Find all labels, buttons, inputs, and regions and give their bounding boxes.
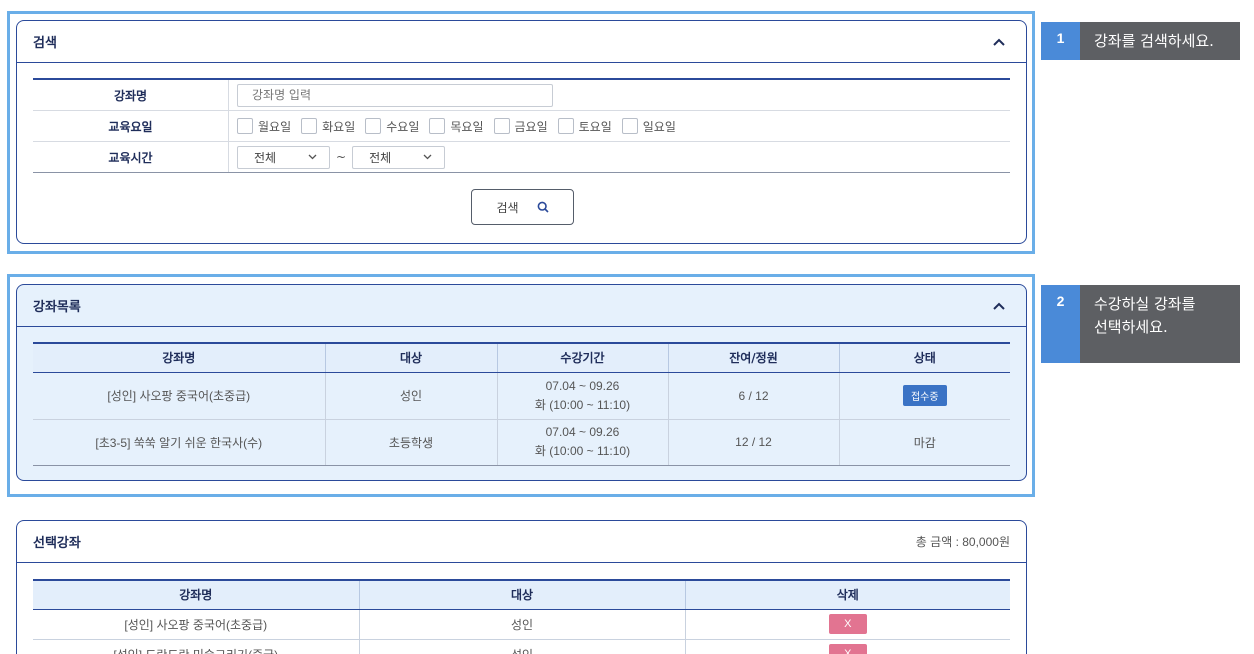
- course-list-table: 강좌명 대상 수강기간 잔여/정원 상태 [성인] 사오팡 중국어(초중급) 성…: [33, 342, 1010, 466]
- form-row-course-name: 강좌명: [33, 80, 1010, 111]
- search-button[interactable]: 검색: [471, 189, 574, 225]
- checkbox[interactable]: [301, 118, 318, 134]
- day-checkbox-option[interactable]: 월요일: [237, 118, 291, 135]
- table-row[interactable]: [성인] 사오팡 중국어(초중급) 성인 07.04 ~ 09.26 화 (10…: [33, 372, 1010, 420]
- total-amount: 총 금액 : 80,000원: [915, 535, 1010, 549]
- selected-courses-table: 강좌명 대상 삭제 [성인] 사오팡 중국어(초중급) 성인 X [성인] 도란…: [33, 579, 1010, 654]
- column-header: 수강기간: [497, 342, 669, 373]
- course-name-input[interactable]: [237, 83, 553, 107]
- checkbox[interactable]: [621, 118, 638, 134]
- day-label: 월요일: [258, 119, 292, 134]
- day-checkbox-option[interactable]: 목요일: [429, 118, 484, 135]
- period-time: 화 (10:00 ~ 11:10): [534, 397, 631, 412]
- course-list-panel-title: 강좌목록: [33, 300, 81, 315]
- column-header: 대상: [325, 342, 498, 373]
- status-cell: 접수중: [839, 372, 1010, 420]
- course-name-cell: [성인] 사오팡 중국어(초중급): [33, 609, 360, 640]
- period-cell: 07.04 ~ 09.26 화 (10:00 ~ 11:10): [497, 372, 669, 420]
- target-cell: 성인: [359, 639, 686, 654]
- time-to-select[interactable]: 전체: [352, 145, 446, 169]
- days-checkbox-group: 월요일 화요일 수요일 목요일 금요일 토요일 일요일: [229, 118, 1010, 135]
- day-checkbox-option[interactable]: 수요일: [365, 118, 419, 135]
- day-label: 토요일: [578, 119, 612, 134]
- search-panel-title: 검색: [33, 36, 57, 51]
- form-row-time: 교육시간 전체 ~ 전체: [33, 142, 1010, 173]
- checkbox[interactable]: [237, 118, 253, 134]
- checkbox[interactable]: [429, 118, 446, 134]
- collapse-chevron-up-icon[interactable]: [988, 295, 1010, 317]
- step-text: 강좌를 검색하세요.: [1094, 32, 1214, 50]
- target-cell: 성인: [359, 609, 686, 640]
- table-row: [성인] 도란도란 미술그리기(중급) 성인 X: [33, 639, 1010, 654]
- course-list-panel: 강좌목록 강좌명 대상 수강기간 잔여/정원 상태 [성인] 사오팡 중국어(초…: [16, 284, 1027, 481]
- step-number: 1: [1041, 22, 1080, 60]
- target-cell: 초등학생: [325, 419, 498, 466]
- day-label: 수요일: [386, 119, 420, 134]
- day-checkbox-option[interactable]: 일요일: [621, 118, 676, 135]
- chevron-down-icon: [423, 154, 432, 160]
- seats-cell: 6 / 12: [668, 372, 840, 420]
- delete-button[interactable]: X: [828, 614, 867, 634]
- status-cell: 마감: [839, 419, 1010, 466]
- search-panel-header[interactable]: 검색: [17, 21, 1026, 63]
- delete-cell: X: [685, 639, 1010, 654]
- search-button-label: 검색: [496, 200, 519, 215]
- period-cell: 07.04 ~ 09.26 화 (10:00 ~ 11:10): [497, 419, 669, 466]
- step-text: 수강하실 강좌를 선택하세요.: [1094, 295, 1196, 336]
- day-checkbox-option[interactable]: 화요일: [301, 118, 355, 135]
- checkbox[interactable]: [557, 118, 574, 134]
- form-row-days: 교육요일 월요일 화요일 수요일 목요일 금요일 토요일 일요일: [33, 111, 1010, 142]
- day-label: 화요일: [322, 119, 356, 134]
- course-list-panel-header[interactable]: 강좌목록: [17, 285, 1026, 327]
- chevron-down-icon: [308, 154, 317, 160]
- seats-cell: 12 / 12: [668, 419, 840, 466]
- column-header: 강좌명: [33, 342, 326, 373]
- column-header: 강좌명: [33, 579, 360, 610]
- course-name-cell: [성인] 도란도란 미술그리기(중급): [33, 639, 360, 654]
- collapse-chevron-up-icon[interactable]: [988, 31, 1010, 53]
- column-header: 잔여/정원: [668, 342, 840, 373]
- period-dates: 07.04 ~ 09.26: [545, 378, 620, 393]
- day-checkbox-option[interactable]: 금요일: [493, 118, 548, 135]
- time-from-value: 전체: [254, 150, 277, 165]
- step-guide-2: 2 수강하실 강좌를 선택하세요.: [1041, 285, 1240, 363]
- search-form: 강좌명 교육요일 월요일 화요일 수요일 목요일 금요일 토요일 일요일 교육시간 전체 ~…: [33, 78, 1010, 173]
- target-cell: 성인: [325, 372, 498, 420]
- step-guide-1: 1 강좌를 검색하세요.: [1041, 22, 1240, 60]
- search-panel: 검색 강좌명 교육요일 월요일 화요일 수요일 목요일 금요일 토요일 일요일 교육시간 전…: [16, 20, 1027, 244]
- day-checkbox-option[interactable]: 토요일: [557, 118, 612, 135]
- time-from-select[interactable]: 전체: [237, 145, 330, 169]
- step-number: 2: [1041, 285, 1080, 363]
- course-name-label: 강좌명: [33, 80, 229, 110]
- column-header: 삭제: [685, 579, 1010, 610]
- time-label: 교육시간: [33, 142, 229, 172]
- course-name-cell: [성인] 사오팡 중국어(초중급): [33, 372, 326, 420]
- selected-courses-panel: 선택강좌 총 금액 : 80,000원 강좌명 대상 삭제 [성인] 사오팡 중…: [16, 520, 1027, 654]
- delete-button[interactable]: X: [828, 644, 867, 654]
- table-row: [성인] 사오팡 중국어(초중급) 성인 X: [33, 609, 1010, 640]
- column-header: 상태: [839, 342, 1010, 373]
- day-label: 금요일: [514, 119, 548, 134]
- delete-cell: X: [685, 609, 1010, 640]
- day-label: 일요일: [642, 119, 676, 134]
- time-separator: ~: [336, 150, 347, 164]
- checkbox[interactable]: [365, 118, 382, 134]
- course-name-cell: [초3-5] 쑥쑥 알기 쉬운 한국사(수): [33, 419, 326, 466]
- table-row[interactable]: [초3-5] 쑥쑥 알기 쉬운 한국사(수) 초등학생 07.04 ~ 09.2…: [33, 419, 1010, 466]
- column-header: 대상: [359, 579, 686, 610]
- period-dates: 07.04 ~ 09.26: [545, 425, 620, 439]
- status-badge[interactable]: 접수중: [902, 385, 947, 406]
- selected-courses-panel-header: 선택강좌 총 금액 : 80,000원: [17, 521, 1026, 563]
- selected-courses-panel-title: 선택강좌: [33, 536, 81, 551]
- period-time: 화 (10:00 ~ 11:10): [534, 444, 631, 458]
- search-icon: [537, 201, 549, 213]
- day-label: 목요일: [450, 119, 484, 134]
- checkbox[interactable]: [493, 118, 510, 134]
- time-to-value: 전체: [369, 150, 392, 165]
- days-label: 교육요일: [33, 111, 229, 141]
